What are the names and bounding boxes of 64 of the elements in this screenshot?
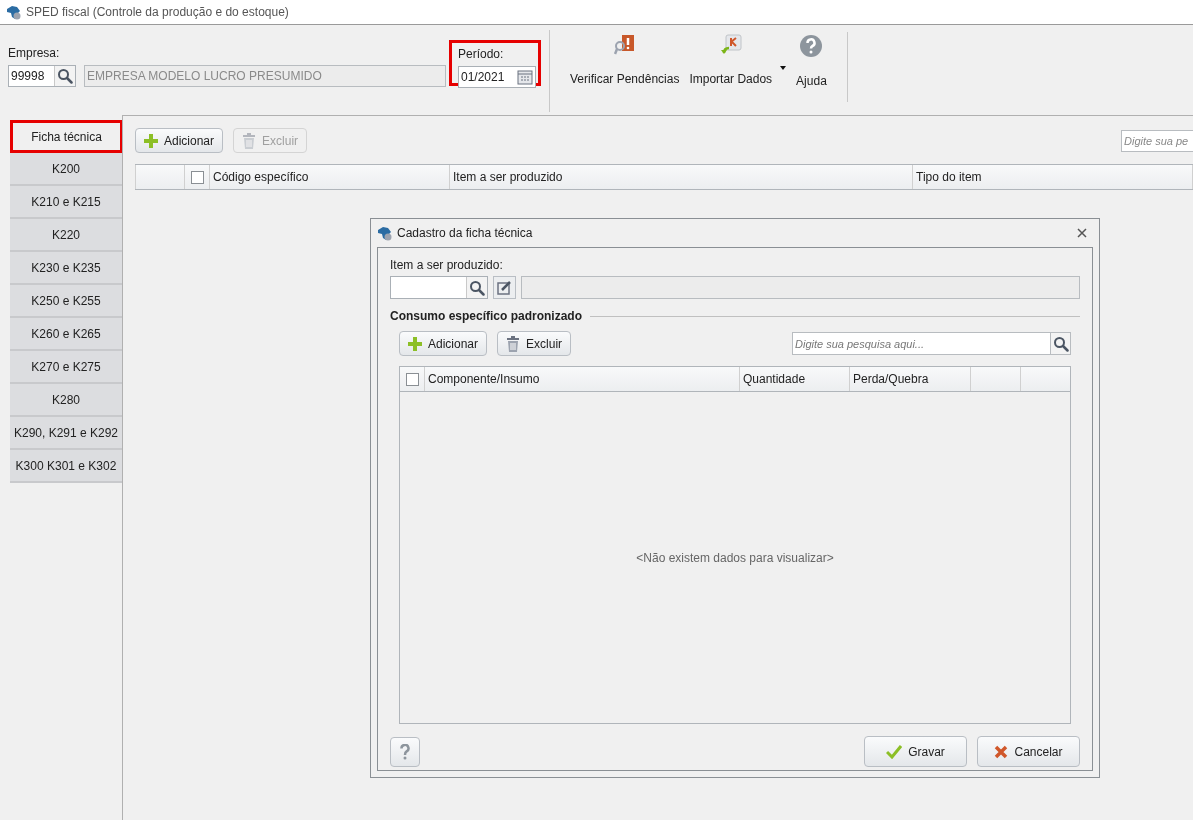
side-tab[interactable]: K280 xyxy=(10,384,122,417)
side-tab[interactable]: Ficha técnica xyxy=(10,120,123,153)
periodo-field[interactable]: 01/2021 xyxy=(458,66,536,88)
section-title: Consumo específico padronizado xyxy=(390,308,583,325)
edit-button[interactable] xyxy=(493,276,516,299)
import-arrow-icon xyxy=(719,34,742,56)
checkbox[interactable] xyxy=(405,372,419,386)
item-code-field[interactable] xyxy=(390,276,488,299)
calendar-icon xyxy=(517,69,533,85)
side-tab[interactable]: K250 e K255 xyxy=(10,285,122,318)
column-header: Item a ser produzido xyxy=(450,165,913,189)
search-button[interactable] xyxy=(1051,332,1071,355)
delete-button[interactable]: Excluir xyxy=(497,331,572,356)
question-mark-icon xyxy=(400,743,410,760)
toolbar-button[interactable]: Ajuda xyxy=(796,34,827,96)
side-tab[interactable]: K230 e K235 xyxy=(10,252,122,285)
search-icon xyxy=(469,279,485,296)
side-tab[interactable]: K220 xyxy=(10,219,122,252)
app-logo-icon xyxy=(377,225,393,241)
add-button[interactable]: Adicionar xyxy=(399,331,488,356)
document-warning-icon xyxy=(613,34,636,56)
trash-icon xyxy=(242,132,257,149)
dialog-title: Cadastro da ficha técnica xyxy=(397,225,533,242)
column-header: Tipo do item xyxy=(913,165,1193,189)
app-logo-icon xyxy=(6,4,22,20)
help-icon xyxy=(799,34,824,58)
search-icon xyxy=(1052,335,1069,352)
close-button[interactable] xyxy=(1077,228,1087,238)
plus-icon xyxy=(144,133,158,148)
periodo-label: Período: xyxy=(458,46,505,63)
checkmark-icon xyxy=(886,744,903,759)
toolbar-button[interactable]: Importar Dados xyxy=(689,34,787,96)
column-header: Perda/Quebra xyxy=(850,367,971,391)
edit-icon xyxy=(497,280,512,295)
checkbox[interactable] xyxy=(190,170,204,184)
toolbar-button[interactable]: Verificar Pendências xyxy=(570,34,680,96)
side-tab[interactable]: K210 e K215 xyxy=(10,186,122,219)
side-tab[interactable]: K290, K291 e K292 xyxy=(10,417,122,450)
empresa-name-field: EMPRESA MODELO LUCRO PRESUMIDO xyxy=(84,65,446,87)
help-button[interactable] xyxy=(390,736,420,767)
column-header: Quantidade xyxy=(740,367,850,391)
trash-icon xyxy=(506,335,521,352)
cancel-button[interactable]: Cancelar xyxy=(977,736,1080,767)
column-header: Código específico xyxy=(210,165,450,189)
plus-icon xyxy=(408,336,422,351)
x-icon xyxy=(994,744,1009,759)
window-title: SPED fiscal (Controle da produção e do estoque) xyxy=(26,4,289,21)
row-header-cell xyxy=(135,165,185,189)
dropdown-caret-icon xyxy=(780,66,787,70)
empresa-code-field[interactable]: 99998 xyxy=(8,65,76,87)
search-field[interactable]: Digite sua pe xyxy=(1121,129,1193,152)
empty-message: <Não existem dados para visualizar> xyxy=(636,549,834,567)
close-icon xyxy=(1077,228,1087,238)
add-button[interactable]: Adicionar xyxy=(135,128,224,153)
item-label: Item a ser produzido: xyxy=(390,257,504,274)
side-tab[interactable]: K260 e K265 xyxy=(10,318,122,351)
search-field[interactable]: Digite sua pesquisa aqui... xyxy=(792,332,1051,355)
save-button[interactable]: Gravar xyxy=(864,736,967,767)
side-tab[interactable]: K270 e K275 xyxy=(10,351,122,384)
search-icon xyxy=(57,68,73,84)
side-tab[interactable]: K300 K301 e K302 xyxy=(10,450,122,483)
side-tab[interactable]: K200 xyxy=(10,153,122,186)
empresa-label: Empresa: xyxy=(8,45,61,62)
column-header: Componente/Insumo xyxy=(425,367,740,391)
